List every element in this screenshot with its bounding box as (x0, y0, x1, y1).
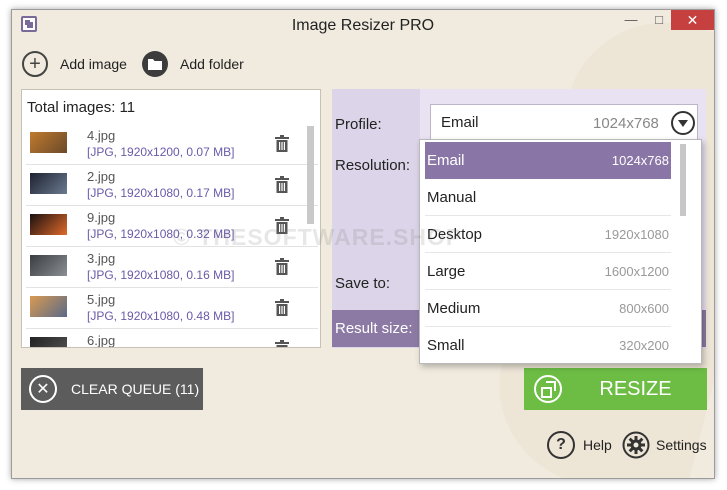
image-thumbnail (30, 296, 67, 317)
add-image-button[interactable]: + Add image (22, 50, 127, 78)
profile-select-size: 1024x768 (593, 115, 659, 132)
trash-icon[interactable] (275, 135, 289, 152)
settings-label: Settings (656, 437, 707, 453)
list-item[interactable]: 2.jpg [JPG, 1920x1080, 0.17 MB] (26, 165, 318, 206)
dropdown-option-desktop[interactable]: Desktop 1920x1080 (425, 216, 671, 253)
list-item[interactable]: 4.jpg [JPG, 1920x1200, 0.07 MB] (26, 124, 318, 165)
option-name: Medium (427, 300, 481, 317)
file-meta: [JPG, 1920x1080, 0.32 MB] (87, 227, 235, 241)
title-bar: Image Resizer PRO — □ ✕ (12, 10, 714, 40)
settings-button[interactable]: Settings (622, 431, 707, 459)
image-thumbnail (30, 132, 67, 153)
list-item[interactable]: 6.jpg (26, 329, 318, 348)
save-to-label: Save to: (335, 275, 391, 292)
queue-scrollbar[interactable] (307, 126, 314, 224)
option-size: 1920x1080 (604, 227, 669, 242)
resize-label: RESIZE (599, 377, 672, 400)
clear-queue-button[interactable]: ✕ CLEAR QUEUE (11) (21, 368, 203, 410)
profile-dropdown-list[interactable]: Email 1024x768 Manual Desktop 1920x1080 Large… (419, 139, 702, 364)
help-label: Help (583, 437, 612, 453)
image-thumbnail (30, 255, 67, 276)
list-item[interactable]: 3.jpg [JPG, 1920x1080, 0.16 MB] (26, 247, 318, 288)
option-name: Large (427, 263, 466, 280)
maximize-button[interactable]: □ (645, 10, 673, 30)
trash-icon[interactable] (275, 299, 289, 316)
add-image-label: Add image (60, 56, 127, 72)
image-thumbnail (30, 337, 67, 347)
resolution-label: Resolution: (335, 157, 411, 174)
option-name: Email (427, 152, 465, 169)
file-meta: [JPG, 1920x1080, 0.16 MB] (87, 268, 235, 282)
dropdown-option-manual[interactable]: Manual (425, 179, 671, 216)
gear-icon (622, 431, 650, 459)
option-size: 320x200 (619, 338, 669, 353)
image-thumbnail (30, 173, 67, 194)
option-name: Small (427, 337, 465, 354)
total-images-label: Total images: 11 (27, 99, 136, 116)
profile-label: Profile: (335, 116, 382, 133)
chevron-down-icon[interactable] (671, 111, 695, 135)
dropdown-option-email[interactable]: Email 1024x768 (425, 142, 671, 179)
trash-icon[interactable] (275, 176, 289, 193)
list-item[interactable]: 5.jpg [JPG, 1920x1080, 0.48 MB] (26, 288, 318, 329)
option-size: 1600x1200 (604, 264, 669, 279)
file-name: 4.jpg (87, 128, 116, 143)
result-size-label: Result size: (335, 320, 413, 337)
window-title: Image Resizer PRO (291, 17, 435, 34)
plus-circle-icon: + (22, 51, 48, 77)
list-item[interactable]: 9.jpg [JPG, 1920x1080, 0.32 MB] (26, 206, 318, 247)
close-button[interactable]: ✕ (671, 10, 714, 30)
option-name: Desktop (427, 226, 483, 243)
file-name: 2.jpg (87, 169, 116, 184)
file-name: 6.jpg (87, 333, 116, 348)
add-folder-button[interactable]: Add folder (142, 50, 244, 78)
resize-button[interactable]: RESIZE (524, 368, 707, 410)
clear-queue-label: CLEAR QUEUE (11) (71, 381, 200, 397)
file-name: 9.jpg (87, 210, 116, 225)
help-icon: ? (547, 431, 575, 459)
trash-icon[interactable] (275, 217, 289, 234)
dropdown-option-large[interactable]: Large 1600x1200 (425, 253, 671, 290)
folder-icon (142, 51, 168, 77)
image-thumbnail (30, 214, 67, 235)
minimize-button[interactable]: — (617, 10, 645, 30)
file-meta: [JPG, 1920x1200, 0.07 MB] (87, 145, 235, 159)
help-button[interactable]: ? Help (547, 431, 612, 459)
add-folder-label: Add folder (180, 56, 244, 72)
option-size: 800x600 (619, 301, 669, 316)
file-meta: [JPG, 1920x1080, 0.17 MB] (87, 186, 235, 200)
dropdown-scrollbar[interactable] (680, 144, 686, 216)
close-circle-icon: ✕ (29, 375, 57, 403)
option-size: 1024x768 (611, 153, 669, 168)
image-queue-list[interactable]: 4.jpg [JPG, 1920x1200, 0.07 MB] 2.jpg [JPG,… (26, 124, 318, 348)
dropdown-option-small[interactable]: Small 320x200 (425, 327, 671, 363)
profile-select[interactable]: Email 1024x768 (430, 104, 698, 140)
image-queue-panel: Total images: 11 4.jpg [JPG, 1920x1200, 0… (21, 89, 321, 348)
profile-select-value: Email (441, 114, 479, 131)
dropdown-option-medium[interactable]: Medium 800x600 (425, 290, 671, 327)
trash-icon[interactable] (275, 258, 289, 275)
option-name: Manual (427, 189, 477, 206)
file-name: 5.jpg (87, 292, 116, 307)
file-meta: [JPG, 1920x1080, 0.48 MB] (87, 309, 235, 323)
file-name: 3.jpg (87, 251, 116, 266)
trash-icon[interactable] (275, 340, 289, 347)
